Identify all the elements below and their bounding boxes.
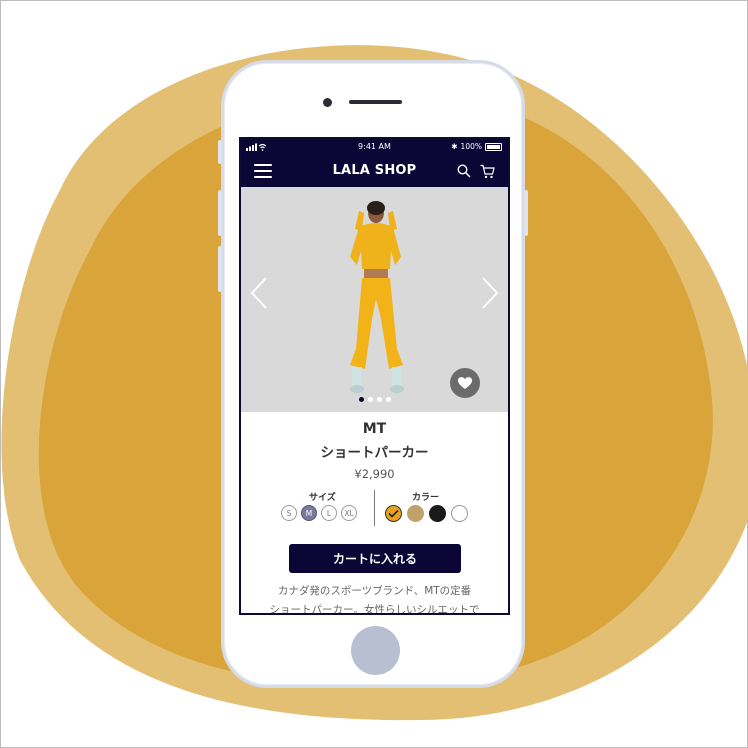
size-label: サイズ [309,493,336,503]
carousel-dot[interactable] [376,397,382,402]
color-swatch[interactable] [385,505,402,522]
carousel-next-arrow-icon[interactable] [481,276,499,310]
color-swatch[interactable] [429,505,446,522]
color-label: カラー [412,493,440,503]
front-camera [323,98,332,107]
color-swatch[interactable] [451,505,468,522]
power-button [524,190,528,236]
app-screen: 9:41 AM ✱ 100% LALA SHOP MT ショートパーカー ¥2,… [239,137,510,615]
cart-icon[interactable] [480,164,495,179]
product-options: サイズ S M L XL カラー [241,487,508,535]
battery-percent: 100% [460,142,482,151]
product-price: ¥2,990 [354,467,395,481]
earpiece-speaker [349,100,402,104]
size-option-s[interactable]: S [281,505,297,521]
bluetooth-icon: ✱ [451,142,458,151]
volume-up-button [218,140,222,164]
description-line: カナダ発のスポーツブランド、MTの定番 [277,585,472,597]
favorite-button[interactable] [450,368,480,398]
size-option-m[interactable]: M [301,505,317,521]
product-brand: MT [362,421,387,437]
battery-icon [485,142,502,151]
carousel-dots [241,397,508,402]
product-description: カナダ発のスポーツブランド、MTの定番 ショートパーカー。女性らしいシルエットで [241,582,508,615]
add-to-cart-button[interactable]: カートに入れる [289,544,461,573]
size-option-xl[interactable]: XL [341,505,357,521]
product-photo [350,201,404,393]
search-icon[interactable] [457,164,471,178]
volume-down-button [218,190,222,236]
color-selector [385,505,468,522]
size-selector: S M L XL [281,505,357,521]
status-right: ✱ 100% [451,142,502,151]
description-line: ショートパーカー。女性らしいシルエットで [269,604,480,615]
carousel-dot[interactable] [385,397,391,402]
status-bar: 9:41 AM ✱ 100% [241,139,508,156]
check-icon [388,509,399,518]
carousel-dot[interactable] [367,397,373,402]
product-name: ショートパーカー [320,445,429,461]
carousel-dot[interactable] [358,397,364,402]
options-divider [374,490,375,526]
nav-bar: LALA SHOP [241,156,508,187]
color-swatch[interactable] [407,505,424,522]
heart-icon [457,377,473,389]
mute-switch [218,246,222,292]
carousel-prev-arrow-icon[interactable] [250,276,268,310]
product-image-carousel[interactable] [241,187,508,412]
home-button[interactable] [351,626,400,675]
size-option-l[interactable]: L [321,505,337,521]
